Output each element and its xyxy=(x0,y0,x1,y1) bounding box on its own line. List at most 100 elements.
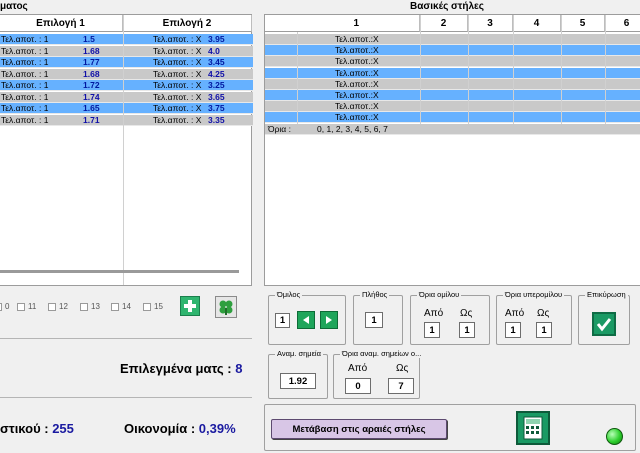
option1-label: Τελ.αποτ. : 1 xyxy=(1,103,49,113)
calculator-button[interactable] xyxy=(516,411,550,445)
oria-omilou-to[interactable]: 1 xyxy=(459,322,475,338)
oria-yperomilou-to[interactable]: 1 xyxy=(536,322,552,338)
option2-value: 3.75 xyxy=(208,103,225,113)
divider-left-2 xyxy=(0,397,252,398)
table-row[interactable]: Τελ.αποτ. : 1 1.65 Τελ.αποτ. : X 3.75 xyxy=(0,103,253,114)
table-row[interactable]: Τελ.αποτ.:X xyxy=(265,78,640,90)
option2-label: Τελ.αποτ. : X xyxy=(153,68,202,79)
option1-value: 1.68 xyxy=(83,45,100,56)
col-header-option2[interactable]: Επιλογή 2 xyxy=(123,15,252,32)
selected-matches-text: Επιλεγμένα ματς : 8 xyxy=(120,361,242,376)
column-separator xyxy=(605,15,606,135)
basic-col-header-3[interactable]: 3 xyxy=(468,15,513,32)
basic-col-header-1[interactable]: 1 xyxy=(265,15,420,32)
checkbox-label: 15 xyxy=(154,302,163,311)
table-row[interactable]: Τελ.αποτ. : 1 1.74 Τελ.αποτ. : X 3.65 xyxy=(0,91,253,103)
sticky-value: 255 xyxy=(52,421,74,436)
calculator-icon xyxy=(523,416,543,440)
table-row[interactable]: Τελ.αποτ.:X xyxy=(265,90,640,101)
oria-omilou-from[interactable]: 1 xyxy=(424,322,440,338)
option2-label: Τελ.αποτ. : X xyxy=(153,34,202,44)
option1-value: 1.5 xyxy=(83,34,95,44)
oria-anam-from[interactable]: 0 xyxy=(345,378,371,394)
option2-value: 4.0 xyxy=(208,45,220,56)
option1-label: Τελ.αποτ. : 1 xyxy=(1,80,49,90)
table-row[interactable]: Τελ.αποτ. : 1 1.71 Τελ.αποτ. : X 3.35 xyxy=(0,114,253,126)
add-button[interactable] xyxy=(180,296,200,316)
col-header-option1[interactable]: Επιλογή 1 xyxy=(0,15,123,32)
checkbox-15[interactable] xyxy=(143,303,151,311)
oria-omilou-title: Όρια ομίλου xyxy=(417,290,462,299)
economy-text: Οικονομία : 0,39% xyxy=(124,421,236,436)
oria-yperomilou-from-label: Από xyxy=(505,308,525,319)
basic-cell-value: Τελ.αποτ.:X xyxy=(335,67,379,78)
column-separator xyxy=(420,15,421,135)
checkbox-14[interactable] xyxy=(111,303,119,311)
column-separator xyxy=(561,15,562,135)
option1-label: Τελ.αποτ. : 1 xyxy=(1,45,49,56)
table-row[interactable]: Τελ.αποτ. : 1 1.77 Τελ.αποτ. : X 3.45 xyxy=(0,57,253,68)
checkbox-12[interactable] xyxy=(48,303,56,311)
oria-yperomilou-to-label: Ως xyxy=(537,308,550,319)
option1-value: 1.71 xyxy=(83,114,100,125)
column-separator xyxy=(513,15,514,135)
column-separator xyxy=(297,32,298,124)
option1-label: Τελ.αποτ. : 1 xyxy=(1,68,49,79)
option2-label: Τελ.αποτ. : X xyxy=(153,103,202,113)
anam-value[interactable]: 1.92 xyxy=(280,373,316,389)
table-row[interactable]: Τελ.αποτ.:X xyxy=(265,45,640,57)
clover-button[interactable] xyxy=(215,296,237,318)
option1-value: 1.77 xyxy=(83,57,100,67)
selected-matches-label: Επιλεγμένα ματς : xyxy=(120,361,232,376)
next-group-button[interactable] xyxy=(320,311,338,329)
transfer-button[interactable]: Μετάβαση στις αραιές στήλες xyxy=(271,419,447,439)
table-row[interactable]: Τελ.αποτ.:X xyxy=(265,34,640,45)
checkbox-label: 0 xyxy=(5,302,10,311)
option1-value: 1.65 xyxy=(83,103,100,113)
status-indicator-icon xyxy=(606,428,623,445)
right-section-title: Βασικές στήλες xyxy=(410,1,484,12)
oria-anam-to[interactable]: 7 xyxy=(388,378,414,394)
table-row[interactable]: Τελ.αποτ. : 1 1.68 Τελ.αποτ. : X 4.0 xyxy=(0,45,253,57)
plithos-value[interactable]: 1 xyxy=(365,312,383,328)
validate-button[interactable] xyxy=(592,312,616,336)
limits-label: Όρια : xyxy=(268,124,291,134)
option2-value: 3.95 xyxy=(208,34,225,44)
omilos-value[interactable]: 1 xyxy=(275,313,290,328)
basic-col-header-4[interactable]: 4 xyxy=(513,15,561,32)
oria-omilou-to-label: Ως xyxy=(460,308,473,319)
basic-cell-value: Τελ.αποτ.:X xyxy=(335,101,379,112)
checkbox-label: 14 xyxy=(122,302,131,311)
option2-label: Τελ.αποτ. : X xyxy=(153,57,202,67)
selected-matches-value: 8 xyxy=(235,361,243,376)
basic-cell-value: Τελ.αποτ.:X xyxy=(335,45,379,56)
horizontal-scrollbar[interactable] xyxy=(0,270,239,273)
table-row[interactable]: Τελ.αποτ. : 1 1.68 Τελ.αποτ. : X 4.25 xyxy=(0,68,253,80)
table-row[interactable]: Τελ.αποτ. : 1 1.72 Τελ.αποτ. : X 3.25 xyxy=(0,80,253,91)
limits-row: Όρια : 0, 1, 2, 3, 4, 5, 6, 7 xyxy=(265,124,640,135)
oria-yperomilou-from[interactable]: 1 xyxy=(505,322,521,338)
checkbox-label: 11 xyxy=(28,302,37,311)
basic-col-header-5[interactable]: 5 xyxy=(561,15,605,32)
option2-value: 3.45 xyxy=(208,57,225,67)
table-row[interactable]: Τελ.αποτ.:X xyxy=(265,112,640,124)
group-oria-omilou: Όρια ομίλου xyxy=(410,290,490,345)
oria-anam-title: Όρια αναμ. σημείων ο... xyxy=(340,349,424,358)
option2-value: 4.25 xyxy=(208,68,225,79)
checkbox-13[interactable] xyxy=(80,303,88,311)
left-section-title: ματος xyxy=(0,1,28,12)
table-row[interactable]: Τελ.αποτ.:X xyxy=(265,101,640,113)
prev-group-button[interactable] xyxy=(297,311,315,329)
table-row[interactable]: Τελ.αποτ.:X xyxy=(265,56,640,68)
checkbox-0[interactable] xyxy=(0,303,2,311)
limits-value: 0, 1, 2, 3, 4, 5, 6, 7 xyxy=(317,124,388,134)
divider-left-1 xyxy=(0,338,252,339)
sticky-label: στικού : xyxy=(0,421,49,436)
plithos-title: Πλήθος xyxy=(360,290,390,299)
basic-col-header-2[interactable]: 2 xyxy=(420,15,468,32)
table-row[interactable]: Τελ.αποτ. : 1 1.5 Τελ.αποτ. : X 3.95 xyxy=(0,34,253,45)
option2-label: Τελ.αποτ. : X xyxy=(153,80,202,90)
table-row[interactable]: Τελ.αποτ.:X xyxy=(265,67,640,79)
basic-col-header-6[interactable]: 6 xyxy=(605,15,640,32)
checkbox-11[interactable] xyxy=(17,303,25,311)
